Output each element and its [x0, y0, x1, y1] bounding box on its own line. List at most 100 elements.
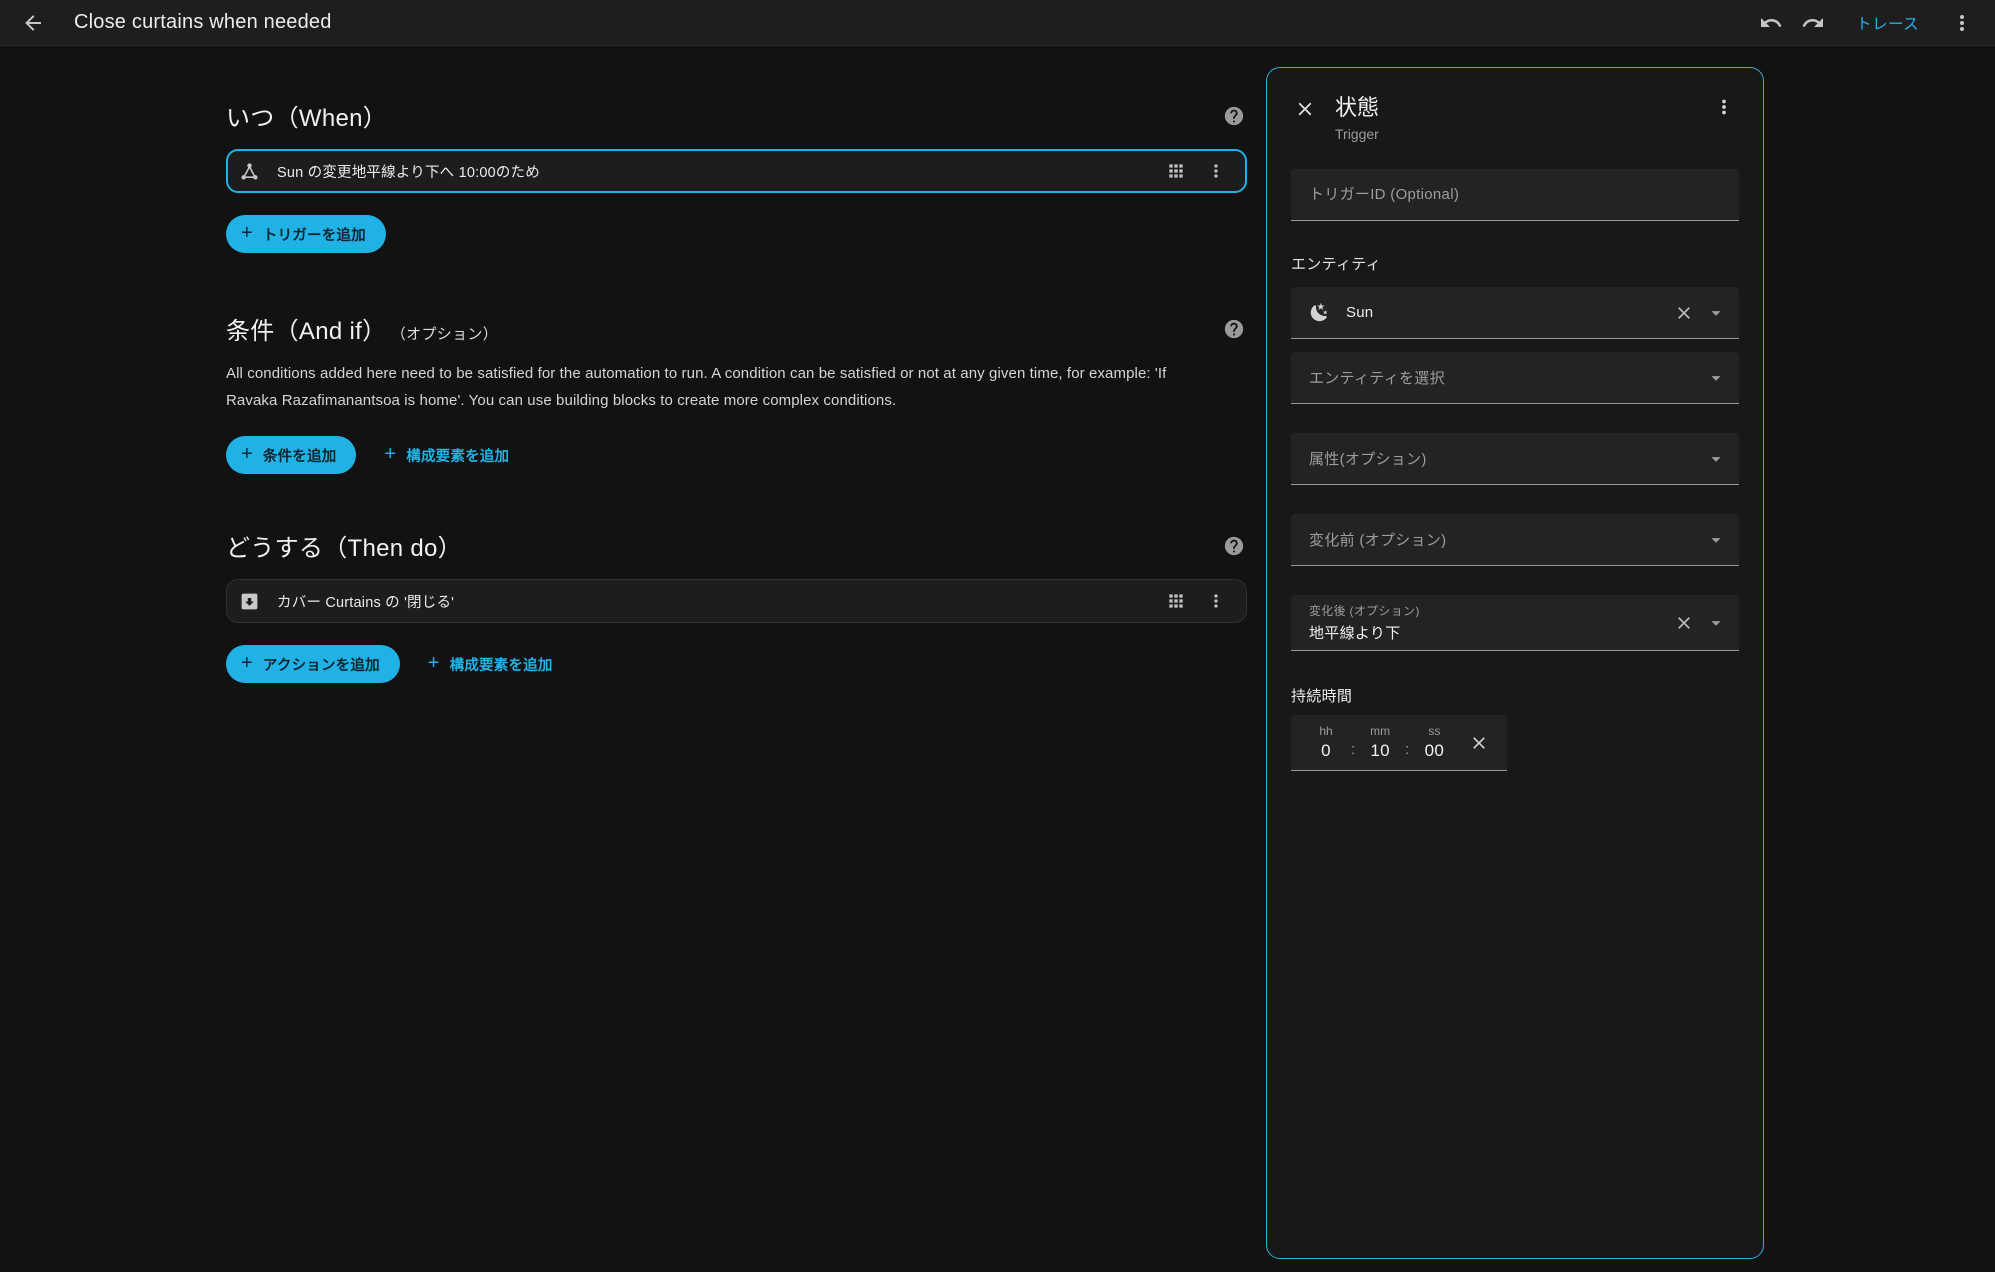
close-icon — [1674, 303, 1694, 323]
conditions-help-button[interactable] — [1223, 317, 1247, 341]
caret-down-icon — [1705, 302, 1727, 324]
when-section-header: いつ（When） — [226, 98, 1247, 133]
caret-down-icon — [1705, 529, 1727, 551]
duration-clear-button[interactable] — [1469, 733, 1489, 753]
drag-handle-icon — [1166, 161, 1186, 181]
from-state-dropdown-button[interactable] — [1705, 529, 1727, 551]
add-action-label: アクションを追加 — [263, 654, 380, 675]
undo-button[interactable] — [1750, 2, 1792, 44]
entity-picker-dropdown-button[interactable] — [1705, 367, 1727, 389]
add-trigger-label: トリガーを追加 — [263, 224, 366, 245]
state-trigger-icon — [239, 161, 260, 182]
add-building-block-label: 構成要素を追加 — [450, 654, 553, 675]
attribute-field[interactable]: 属性(オプション) — [1291, 433, 1739, 485]
duration-minutes-group: mm 10 — [1357, 724, 1403, 761]
duration-ss-value[interactable]: 00 — [1425, 741, 1445, 761]
duration-field[interactable]: hh 0 : mm 10 : ss 00 — [1291, 715, 1507, 771]
action-menu-button[interactable] — [1206, 591, 1226, 611]
duration-separator: : — [1405, 741, 1409, 758]
add-building-block-button-then[interactable]: + 構成要素を追加 — [412, 654, 569, 675]
caret-down-icon — [1705, 448, 1727, 470]
attribute-dropdown-button[interactable] — [1705, 448, 1727, 470]
trigger-id-field[interactable] — [1291, 169, 1739, 221]
plus-icon: + — [428, 653, 440, 673]
back-button[interactable] — [12, 2, 54, 44]
duration-hh-value[interactable]: 0 — [1321, 741, 1331, 761]
duration-mm-value[interactable]: 10 — [1370, 741, 1390, 761]
undo-icon — [1759, 11, 1783, 35]
entity-combobox[interactable]: Sun — [1291, 287, 1739, 339]
kebab-icon — [1206, 591, 1226, 611]
when-help-button[interactable] — [1223, 104, 1247, 128]
then-help-button[interactable] — [1223, 534, 1247, 558]
entity-value: Sun — [1346, 304, 1667, 321]
to-state-dropdown-button[interactable] — [1705, 612, 1727, 634]
trigger-menu-button[interactable] — [1206, 161, 1226, 181]
help-icon — [1223, 318, 1247, 340]
conditions-heading-text: 条件（And if） — [226, 318, 386, 345]
to-state-content: 変化後 (オプション) 地平線より下 — [1309, 602, 1667, 643]
action-card-summary: カバー Curtains の '閉じる' — [277, 591, 1166, 612]
add-condition-label: 条件を追加 — [263, 445, 337, 466]
trace-button[interactable]: トレース — [1850, 11, 1925, 35]
add-action-button[interactable]: + アクションを追加 — [226, 645, 400, 683]
from-state-field[interactable]: 変化前 (オプション) — [1291, 514, 1739, 566]
caret-down-icon — [1705, 612, 1727, 634]
duration-separator: : — [1351, 741, 1355, 758]
conditions-buttons-row: + 条件を追加 + 構成要素を追加 — [226, 436, 1247, 474]
add-condition-button[interactable]: + 条件を追加 — [226, 436, 356, 474]
entity-picker-field[interactable]: エンティティを選択 — [1291, 352, 1739, 404]
plus-icon: + — [241, 653, 253, 673]
action-drag-handle[interactable] — [1166, 591, 1186, 611]
add-building-block-label: 構成要素を追加 — [406, 445, 509, 466]
trigger-detail-panel: 状態 Trigger エンティティ Sun エンティティを選択 — [1266, 67, 1764, 1259]
redo-icon — [1801, 11, 1825, 35]
trigger-card-summary: Sun の変更地平線より下へ 10:00のため — [277, 161, 1166, 182]
duration-hh-label: hh — [1319, 724, 1332, 738]
close-cover-icon — [239, 591, 260, 612]
add-building-block-button-conditions[interactable]: + 構成要素を追加 — [368, 445, 525, 466]
panel-title: 状態 — [1335, 90, 1709, 122]
close-icon — [1294, 98, 1316, 120]
plus-icon: + — [241, 223, 253, 243]
entity-clear-button[interactable] — [1674, 303, 1694, 323]
action-card-actions — [1166, 591, 1226, 611]
panel-close-button[interactable] — [1291, 95, 1319, 123]
to-state-value: 地平線より下 — [1309, 622, 1667, 643]
close-icon — [1674, 613, 1694, 633]
panel-header: 状態 Trigger — [1291, 90, 1739, 142]
duration-hours-group: hh 0 — [1303, 724, 1349, 761]
entity-picker-placeholder: エンティティを選択 — [1309, 367, 1701, 388]
trigger-id-input[interactable] — [1309, 186, 1727, 203]
overflow-menu-button[interactable] — [1941, 2, 1983, 44]
moon-stars-icon — [1309, 302, 1330, 323]
entity-dropdown-button[interactable] — [1705, 302, 1727, 324]
trigger-card-actions — [1166, 161, 1226, 181]
trigger-drag-handle[interactable] — [1166, 161, 1186, 181]
to-state-clear-button[interactable] — [1674, 613, 1694, 633]
redo-button[interactable] — [1792, 2, 1834, 44]
top-bar: Close curtains when needed トレース — [0, 0, 1995, 46]
duration-ss-label: ss — [1428, 724, 1440, 738]
to-state-field[interactable]: 変化後 (オプション) 地平線より下 — [1291, 595, 1739, 651]
action-card[interactable]: カバー Curtains の '閉じる' — [226, 579, 1247, 623]
close-icon — [1469, 733, 1489, 753]
duration-seconds-group: ss 00 — [1411, 724, 1457, 761]
help-icon — [1223, 105, 1247, 127]
panel-menu-button[interactable] — [1709, 92, 1739, 122]
automation-editor: いつ（When） Sun の変更地平線より下へ 10:00のため — [226, 46, 1247, 683]
back-arrow-icon — [21, 11, 45, 35]
then-section-header: どうする（Then do） — [226, 528, 1247, 563]
kebab-icon — [1713, 96, 1735, 118]
when-buttons-row: + トリガーを追加 — [226, 215, 1247, 253]
plus-icon: + — [384, 444, 396, 464]
plus-icon: + — [241, 444, 253, 464]
caret-down-icon — [1705, 367, 1727, 389]
conditions-optional-suffix: （オプション） — [398, 326, 498, 343]
trigger-card[interactable]: Sun の変更地平線より下へ 10:00のため — [226, 149, 1247, 193]
conditions-section-header: 条件（And if） （オプション） — [226, 311, 1247, 346]
page-title: Close curtains when needed — [74, 11, 332, 34]
add-trigger-button[interactable]: + トリガーを追加 — [226, 215, 386, 253]
conditions-heading: 条件（And if） （オプション） — [226, 311, 498, 346]
panel-subtitle: Trigger — [1335, 126, 1709, 142]
